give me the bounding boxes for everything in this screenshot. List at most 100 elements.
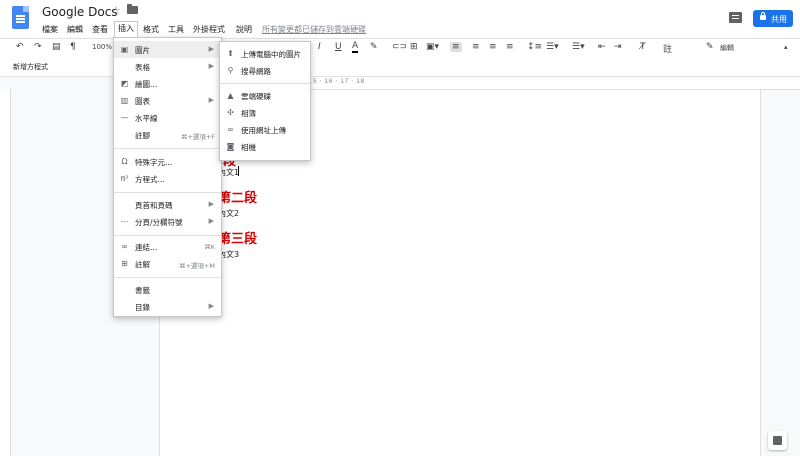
menu-item-footnote[interactable]: 註腳 ⌘+選項+F [114, 126, 221, 143]
menu-item-bookmark[interactable]: 書籤 [114, 281, 221, 298]
editing-mode-select[interactable]: 編輯 [720, 43, 734, 53]
clear-formatting-icon[interactable]: T̸ [640, 42, 646, 52]
menu-item-comment[interactable]: ⊞ 註解 ⌘+選項+M [114, 255, 221, 272]
lock-icon [760, 12, 766, 20]
submenu-arrow-icon: ▶ [208, 217, 214, 225]
menu-item-headers-page-numbers[interactable]: 頁首和頁碼 ▶ [114, 196, 221, 213]
menu-item-label: 註解 [135, 260, 150, 269]
align-right-icon[interactable]: ≡ [489, 42, 497, 52]
paint-format-icon[interactable]: ¶ [70, 42, 76, 52]
link-icon: ∞ [121, 242, 128, 251]
comment-history-icon[interactable] [729, 12, 742, 23]
undo-icon[interactable]: ↶ [16, 42, 24, 52]
menu-item-image[interactable]: ▣ 圖片 ▶ [114, 41, 221, 58]
menu-item-special-characters[interactable]: Ω 特殊字元... [114, 153, 221, 170]
menu-item-label: 水平線 [135, 114, 158, 123]
menu-divider [114, 192, 221, 193]
menu-divider [114, 148, 221, 149]
collapse-toolbar-icon[interactable]: ▴ [784, 43, 788, 51]
submenu-item-photos[interactable]: ✣ 相簿 [220, 104, 310, 121]
menu-edit[interactable]: 編輯 [67, 24, 83, 35]
share-button[interactable]: 共用 [753, 10, 793, 27]
checklist-icon[interactable]: ☰▾ [546, 42, 559, 52]
menu-item-label: 書籤 [135, 286, 150, 295]
menu-file[interactable]: 檔案 [42, 24, 58, 35]
menu-item-label: 註腳 [135, 131, 150, 140]
underline-icon[interactable]: U [335, 42, 342, 52]
increase-indent-icon[interactable]: ⇥ [614, 42, 622, 52]
decrease-indent-icon[interactable]: ⇤ [598, 42, 606, 52]
menu-item-equation[interactable]: π² 方程式... [114, 170, 221, 187]
menu-item-shortcut: ⌘K [204, 243, 215, 251]
submenu-arrow-icon: ▶ [208, 302, 214, 310]
menu-item-chart[interactable]: ▥ 圖表 ▶ [114, 92, 221, 109]
menu-help[interactable]: 說明 [236, 24, 252, 35]
submenu-item-label: 相簿 [241, 109, 256, 118]
line-spacing-icon[interactable]: ↕≡ [527, 42, 542, 52]
align-left-icon[interactable]: ≡ [450, 42, 462, 52]
submenu-arrow-icon: ▶ [208, 62, 214, 70]
menu-divider [114, 235, 221, 236]
menu-item-label: 特殊字元... [135, 158, 173, 167]
menu-item-label: 圖片 [135, 46, 150, 55]
menu-item-label: 圖表 [135, 97, 150, 106]
menu-item-label: 頁首和頁碼 [135, 201, 173, 210]
text-color-icon[interactable]: A [352, 42, 359, 53]
menu-tools[interactable]: 工具 [168, 24, 184, 35]
drive-icon: ▲ [227, 91, 234, 100]
menu-view[interactable]: 查看 [92, 24, 108, 35]
search-icon: ⚲ [227, 66, 234, 75]
submenu-item-upload-from-computer[interactable]: ⬆ 上傳電腦中的圖片 [220, 45, 310, 62]
submenu-item-label: 搜尋網路 [241, 67, 271, 76]
highlight-icon[interactable]: ✎ [370, 42, 378, 52]
zoom-select[interactable]: 100% [92, 43, 112, 51]
document-body[interactable]: 一段 內文1 第二段 內文2 第三段 內文3 [160, 140, 760, 280]
explore-button[interactable] [768, 431, 787, 450]
comment-mode-select[interactable]: 註 [663, 42, 672, 55]
menu-insert[interactable]: 插入 [114, 21, 138, 37]
insert-link-icon[interactable]: ⊂⊃ [392, 42, 407, 52]
editing-mode-pencil-icon[interactable]: ✎ [706, 42, 714, 52]
vertical-ruler[interactable] [0, 89, 11, 456]
menu-item-table[interactable]: 表格 ▶ [114, 58, 221, 75]
submenu-item-drive[interactable]: ▲ 雲端硬碟 [220, 87, 310, 104]
submenu-item-label: 使用網址上傳 [241, 126, 286, 135]
submenu-item-search-web[interactable]: ⚲ 搜尋網路 [220, 62, 310, 79]
submenu-item-by-url[interactable]: ∞ 使用網址上傳 [220, 121, 310, 138]
page-break-icon: ⋯ [120, 217, 129, 226]
add-comment-icon: ⊞ [121, 259, 128, 268]
docs-logo-icon[interactable] [12, 6, 29, 29]
text-cursor [238, 166, 239, 176]
folder-icon[interactable] [127, 4, 138, 14]
new-equation-button[interactable]: 新增方程式 [13, 62, 48, 72]
save-status-link[interactable]: 所有變更都已儲存到雲端硬碟 [262, 24, 366, 35]
insert-menu: ▣ 圖片 ▶ 表格 ▶ ◩ 繪圖... ▥ 圖表 ▶ — 水平線 註腳 ⌘+選項… [113, 37, 222, 317]
photos-icon: ✣ [227, 108, 234, 117]
submenu-item-camera[interactable]: ◙ 相機 [220, 138, 310, 155]
menu-item-table-of-contents[interactable]: 目錄 ▶ [114, 298, 221, 315]
omega-icon: Ω [121, 157, 128, 166]
menu-addons[interactable]: 外掛程式 [193, 24, 225, 35]
redo-icon[interactable]: ↷ [34, 42, 42, 52]
submenu-arrow-icon: ▶ [208, 96, 214, 104]
submenu-item-label: 雲端硬碟 [241, 92, 271, 101]
print-icon[interactable]: ▤ [52, 42, 61, 52]
align-justify-icon[interactable]: ≡ [506, 42, 514, 52]
doc-title[interactable]: Google Docs [42, 5, 118, 19]
submenu-item-label: 相機 [241, 143, 256, 152]
menu-item-drawing[interactable]: ◩ 繪圖... [114, 75, 221, 92]
bulleted-list-icon[interactable]: ☰▾ [572, 42, 585, 52]
menu-item-break[interactable]: ⋯ 分頁/分欄符號 ▶ [114, 213, 221, 230]
menu-item-label: 方程式... [135, 175, 165, 184]
align-center-icon[interactable]: ≡ [472, 42, 480, 52]
menu-divider [220, 83, 310, 84]
add-comment-icon[interactable]: ⊞ [410, 42, 418, 52]
menu-item-horizontal-line[interactable]: — 水平線 [114, 109, 221, 126]
menu-item-label: 連結... [135, 243, 158, 252]
pi-icon: π² [120, 174, 129, 183]
star-icon[interactable]: ☆ [111, 4, 121, 17]
menu-item-link[interactable]: ∞ 連結... ⌘K [114, 238, 221, 255]
italic-icon[interactable]: I [318, 42, 321, 52]
insert-image-icon[interactable]: ▣▾ [426, 42, 439, 52]
menu-format[interactable]: 格式 [143, 24, 159, 35]
